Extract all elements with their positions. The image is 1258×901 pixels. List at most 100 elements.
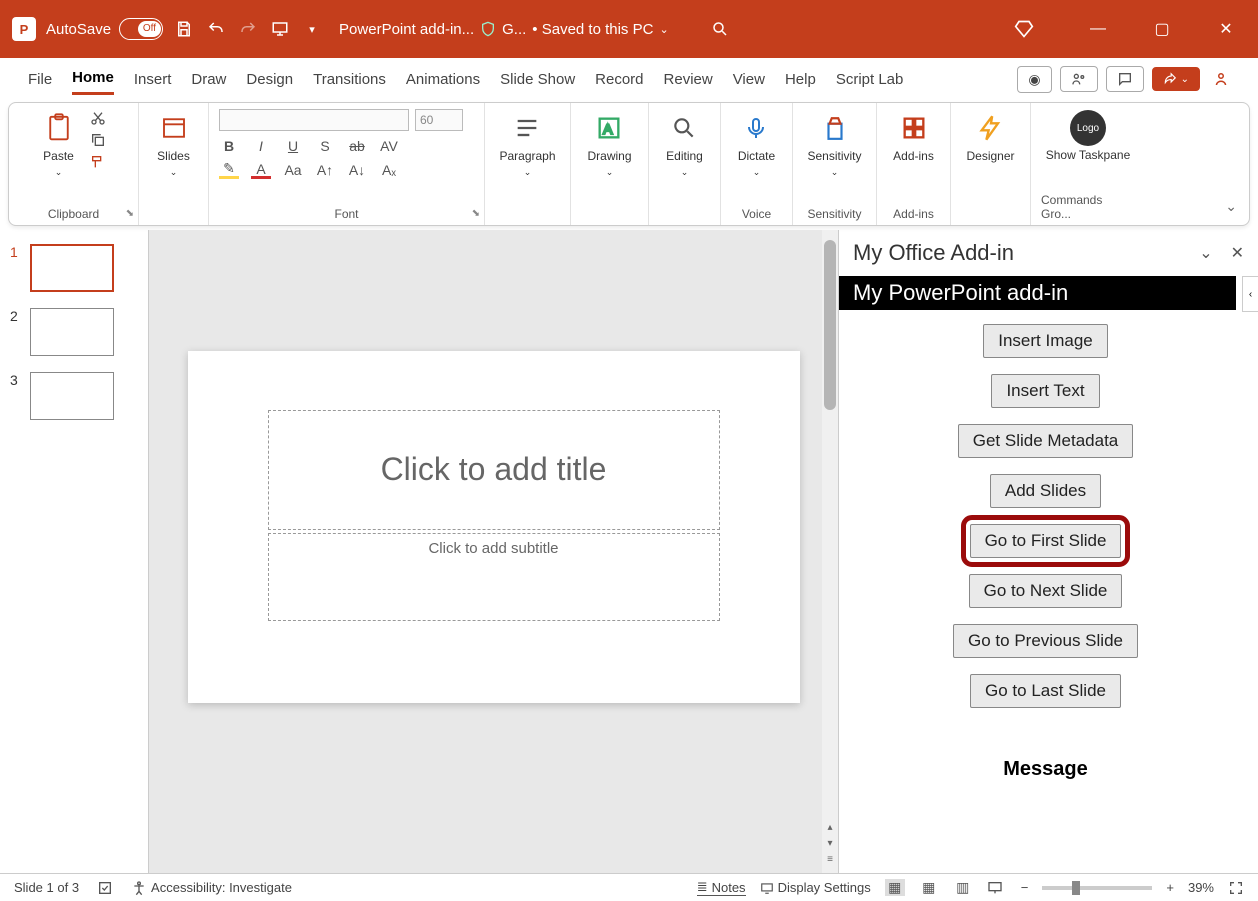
save-icon[interactable]: [173, 18, 195, 40]
go-to-first-slide-button[interactable]: Go to First Slide: [970, 524, 1122, 558]
tab-scriptlab[interactable]: Script Lab: [836, 65, 904, 94]
spell-check-icon[interactable]: [97, 880, 113, 896]
change-case-icon[interactable]: Aa: [283, 161, 303, 179]
close-button[interactable]: ✕: [1206, 19, 1246, 39]
shadow-icon[interactable]: S: [315, 137, 335, 155]
bold-icon[interactable]: B: [219, 137, 239, 155]
comments-button[interactable]: [1106, 66, 1144, 92]
slide-canvas[interactable]: Click to add title Click to add subtitle…: [148, 230, 838, 873]
tab-record[interactable]: Record: [595, 65, 643, 94]
tab-draw[interactable]: Draw: [191, 65, 226, 94]
grow-font-icon[interactable]: A↑: [315, 161, 335, 179]
clipboard-launcher-icon[interactable]: ⬊: [126, 208, 134, 219]
nav-menu-icon[interactable]: ≡: [822, 854, 838, 865]
tab-animations[interactable]: Animations: [406, 65, 480, 94]
subtitle-placeholder[interactable]: Click to add subtitle: [268, 533, 720, 621]
thumbnail-1[interactable]: 1: [10, 244, 138, 292]
pane-menu-icon[interactable]: ⌄: [1199, 243, 1212, 263]
search-icon[interactable]: [709, 18, 731, 40]
sensitivity-button[interactable]: Sensitivity⌄: [803, 109, 865, 180]
save-status-chevron-icon[interactable]: ⌄: [659, 23, 668, 36]
slide[interactable]: Click to add title Click to add subtitle: [188, 351, 800, 703]
notes-button[interactable]: ≣Notes: [697, 879, 746, 896]
redo-icon[interactable]: [237, 18, 259, 40]
underline-icon[interactable]: U: [283, 137, 303, 155]
copy-icon[interactable]: [88, 131, 108, 149]
share-button[interactable]: ⌄: [1152, 67, 1200, 91]
paragraph-button[interactable]: Paragraph⌄: [495, 109, 559, 180]
character-spacing-icon[interactable]: AV: [379, 137, 399, 155]
vertical-scrollbar[interactable]: ▴ ▾ ≡: [822, 230, 838, 873]
teams-button[interactable]: [1060, 66, 1098, 92]
insert-text-button[interactable]: Insert Text: [991, 374, 1099, 408]
autosave-control[interactable]: AutoSave Off: [46, 18, 163, 40]
slide-counter[interactable]: Slide 1 of 3: [14, 880, 79, 895]
camera-button[interactable]: ◉: [1017, 66, 1051, 93]
drawing-button[interactable]: A Drawing⌄: [583, 109, 635, 180]
premium-icon[interactable]: [1014, 19, 1054, 39]
collab-icon[interactable]: [1208, 66, 1234, 92]
get-slide-metadata-button[interactable]: Get Slide Metadata: [958, 424, 1134, 458]
designer-button[interactable]: Designer: [962, 109, 1018, 165]
italic-icon[interactable]: I: [251, 137, 271, 155]
minimize-button[interactable]: —: [1078, 20, 1118, 38]
tab-help[interactable]: Help: [785, 65, 816, 94]
fit-to-window-icon[interactable]: [1228, 880, 1244, 896]
zoom-out-icon[interactable]: −: [1021, 880, 1029, 895]
font-name-input[interactable]: [219, 109, 409, 131]
strikethrough-icon[interactable]: ab: [347, 137, 367, 155]
font-color-icon[interactable]: A: [251, 161, 271, 179]
zoom-percentage[interactable]: 39%: [1188, 880, 1214, 895]
paste-button[interactable]: Paste ⌄: [39, 109, 78, 180]
tab-transitions[interactable]: Transitions: [313, 65, 386, 94]
go-to-last-slide-button[interactable]: Go to Last Slide: [970, 674, 1121, 708]
present-icon[interactable]: [269, 18, 291, 40]
editing-button[interactable]: Editing⌄: [662, 109, 707, 180]
tab-review[interactable]: Review: [664, 65, 713, 94]
document-name[interactable]: PowerPoint add-in...: [339, 21, 474, 38]
title-placeholder[interactable]: Click to add title: [268, 410, 720, 530]
save-status[interactable]: • Saved to this PC: [532, 21, 653, 38]
normal-view-icon[interactable]: ▦: [885, 879, 905, 896]
thumbnail-3[interactable]: 3: [10, 372, 138, 420]
insert-image-button[interactable]: Insert Image: [983, 324, 1108, 358]
undo-icon[interactable]: [205, 18, 227, 40]
cut-icon[interactable]: [88, 109, 108, 127]
dictate-button[interactable]: Dictate⌄: [734, 109, 779, 180]
format-painter-icon[interactable]: [88, 153, 108, 171]
sorter-view-icon[interactable]: ▦: [919, 879, 939, 896]
pane-close-icon[interactable]: ✕: [1231, 243, 1244, 263]
tab-view[interactable]: View: [733, 65, 765, 94]
prev-slide-icon[interactable]: ▴: [822, 822, 838, 833]
go-to-next-slide-button[interactable]: Go to Next Slide: [969, 574, 1123, 608]
tab-insert[interactable]: Insert: [134, 65, 172, 94]
ribbon-collapse-icon[interactable]: ⌄: [1225, 198, 1237, 215]
go-to-previous-slide-button[interactable]: Go to Previous Slide: [953, 624, 1138, 658]
addins-button[interactable]: Add-ins: [889, 109, 938, 165]
pane-collapse-icon[interactable]: ‹: [1242, 276, 1258, 312]
thumbnail-2[interactable]: 2: [10, 308, 138, 356]
accessibility-status[interactable]: Accessibility: Investigate: [131, 880, 292, 896]
show-taskpane-button[interactable]: Logo Show Taskpane: [1042, 109, 1135, 164]
tab-home[interactable]: Home: [72, 63, 114, 95]
add-slides-button[interactable]: Add Slides: [990, 474, 1101, 508]
scrollbar-thumb[interactable]: [824, 240, 836, 410]
font-size-input[interactable]: [415, 109, 463, 131]
qat-more-icon[interactable]: ▾: [301, 18, 323, 40]
reading-view-icon[interactable]: ▥: [953, 879, 973, 896]
clear-format-icon[interactable]: Aₓ: [379, 161, 399, 179]
autosave-toggle[interactable]: Off: [119, 18, 163, 40]
highlight-icon[interactable]: ✎: [219, 161, 239, 179]
next-slide-icon[interactable]: ▾: [822, 838, 838, 849]
slideshow-view-icon[interactable]: [987, 880, 1007, 896]
maximize-button[interactable]: ▢: [1142, 19, 1182, 39]
zoom-slider[interactable]: [1042, 886, 1152, 890]
shrink-font-icon[interactable]: A↓: [347, 161, 367, 179]
zoom-in-icon[interactable]: +: [1166, 880, 1174, 895]
tab-slideshow[interactable]: Slide Show: [500, 65, 575, 94]
tab-design[interactable]: Design: [246, 65, 293, 94]
font-launcher-icon[interactable]: ⬊: [472, 208, 480, 219]
slides-button[interactable]: Slides ⌄: [153, 109, 194, 180]
display-settings-button[interactable]: Display Settings: [760, 880, 871, 895]
tab-file[interactable]: File: [28, 65, 52, 94]
